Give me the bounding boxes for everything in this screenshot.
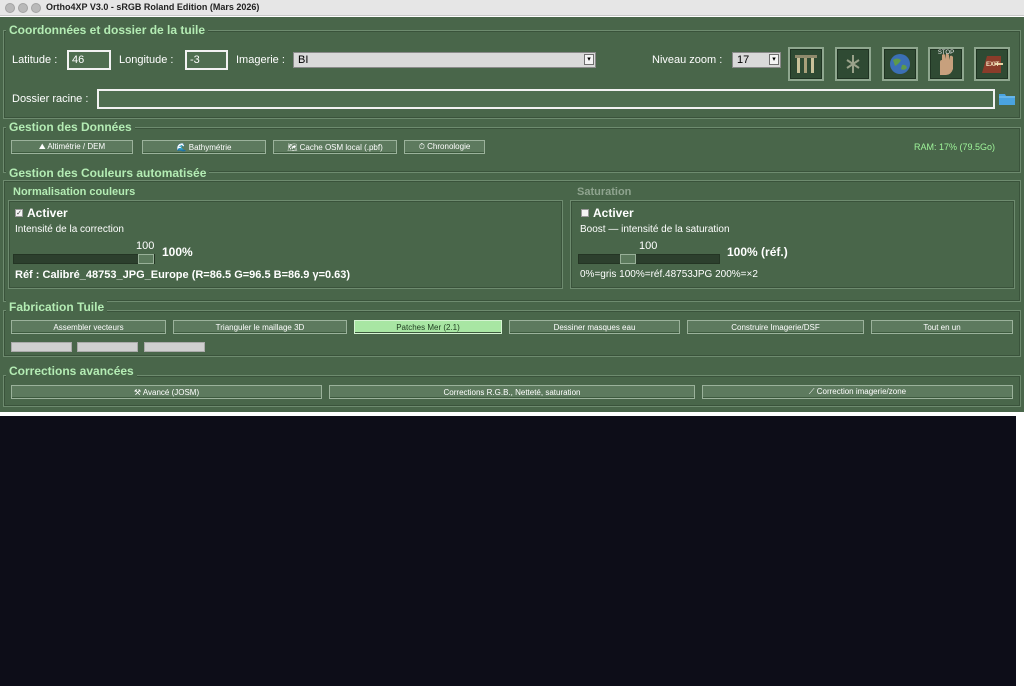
saturation-slider-thumb[interactable] — [620, 254, 636, 264]
saturation-activate-label: Activer — [593, 206, 634, 220]
chevron-down-icon[interactable]: ▾ — [584, 54, 594, 65]
saturation-slider-value: 100 — [639, 240, 658, 252]
pane-divider[interactable] — [0, 412, 1024, 414]
advanced-section-title: Corrections avancées — [6, 364, 137, 378]
bathymetry-button[interactable]: 🌊 Bathymétrie — [142, 140, 266, 154]
folder-browse-button[interactable] — [998, 91, 1016, 107]
water-masks-button[interactable]: Dessiner masques eau — [509, 320, 680, 334]
imagery-select-value: BI — [298, 54, 309, 66]
saturation-scale: 0%=gris 100%=réf.48753JPG 200%=×2 — [580, 269, 758, 280]
osm-cache-button[interactable]: 🗺 Cache OSM local (.pbf) — [273, 140, 397, 154]
folder-icon — [999, 94, 1015, 105]
console-area[interactable] — [0, 416, 1016, 686]
window-titlebar: Ortho4XP V3.0 - sRGB Roland Edition (Mar… — [0, 0, 1024, 16]
stop-label: STOP — [937, 50, 955, 56]
progress-slot — [77, 342, 138, 352]
root-folder-input[interactable] — [97, 89, 995, 109]
latitude-label: Latitude : — [12, 54, 58, 66]
normalize-reference: Réf : Calibré_48753_JPG_Europe (R=86.5 G… — [15, 269, 351, 281]
normalize-title: Normalisation couleurs — [10, 186, 139, 198]
saturation-checkbox[interactable] — [581, 209, 589, 217]
config-button[interactable] — [835, 47, 871, 81]
imagery-label: Imagerie : — [236, 54, 285, 66]
saturation-slider[interactable] — [578, 254, 720, 264]
normalize-slider-thumb[interactable] — [138, 254, 154, 264]
colors-section-title: Gestion des Couleurs automatisée — [6, 166, 210, 180]
close-window-button[interactable] — [5, 3, 15, 13]
zoom-label: Niveau zoom : — [652, 54, 723, 66]
normalize-activate-label: Activer — [27, 206, 68, 220]
saturation-title: Saturation — [574, 186, 635, 198]
config-icon — [846, 55, 860, 73]
exit-button[interactable]: EXIT — [974, 47, 1010, 81]
all-in-one-button[interactable]: Tout en un — [871, 320, 1013, 334]
zoom-window-button[interactable] — [31, 3, 41, 13]
normalize-intensity-label: Intensité de la correction — [15, 224, 124, 235]
josm-button[interactable]: ⚒ Avancé (JOSM) — [11, 385, 322, 399]
tools-button[interactable] — [788, 47, 824, 81]
globe-button[interactable] — [882, 47, 918, 81]
tools-icon — [795, 55, 817, 73]
sea-patches-button[interactable]: Patches Mer (2.1) — [354, 320, 502, 334]
chronology-button[interactable]: ⏱ Chronologie — [404, 140, 485, 154]
exit-label: EXIT — [986, 62, 1000, 68]
chevron-down-icon[interactable]: ▾ — [769, 54, 779, 65]
normalize-slider-value: 100 — [136, 240, 155, 252]
minimize-window-button[interactable] — [18, 3, 28, 13]
normalize-slider[interactable] — [13, 254, 155, 264]
normalize-percent: 100% — [162, 245, 193, 259]
tile-section-title: Coordonnées et dossier de la tuile — [6, 23, 209, 37]
globe-icon — [890, 54, 910, 74]
normalize-checkbox[interactable]: ✓ — [15, 209, 23, 217]
progress-slot — [11, 342, 72, 352]
build-section-title: Fabrication Tuile — [6, 300, 108, 314]
stop-button[interactable]: STOP — [928, 47, 964, 81]
triangulate-mesh-button[interactable]: Trianguler le maillage 3D — [173, 320, 347, 334]
saturation-percent: 100% (réf.) — [727, 245, 788, 259]
zone-correction-button[interactable]: ⟋ Correction imagerie/zone — [702, 385, 1013, 399]
root-folder-label: Dossier racine : — [12, 93, 89, 105]
assemble-vectors-button[interactable]: Assembler vecteurs — [11, 320, 166, 334]
zoom-select-value: 17 — [737, 54, 750, 66]
build-imagery-button[interactable]: Construire Imagerie/DSF — [687, 320, 864, 334]
zoom-select[interactable]: 17 ▾ — [732, 52, 781, 68]
dem-button[interactable]: ⛰ Altimétrie / DEM — [11, 140, 133, 154]
longitude-label: Longitude : — [119, 54, 174, 66]
data-section-title: Gestion des Données — [6, 120, 135, 134]
rgb-corrections-button[interactable]: Corrections R.G.B., Netteté, saturation — [329, 385, 695, 399]
imagery-select[interactable]: BI ▾ — [293, 52, 596, 68]
progress-slot — [144, 342, 205, 352]
latitude-input[interactable]: 46 — [67, 50, 111, 70]
longitude-input[interactable]: -3 — [185, 50, 228, 70]
ram-status: RAM: 17% (79.5Go) — [914, 142, 996, 152]
window-title: Ortho4XP V3.0 - sRGB Roland Edition (Mar… — [46, 2, 260, 12]
main-panel: Coordonnées et dossier de la tuile Latit… — [0, 17, 1024, 412]
saturation-boost-label: Boost — intensité de la saturation — [580, 224, 730, 235]
